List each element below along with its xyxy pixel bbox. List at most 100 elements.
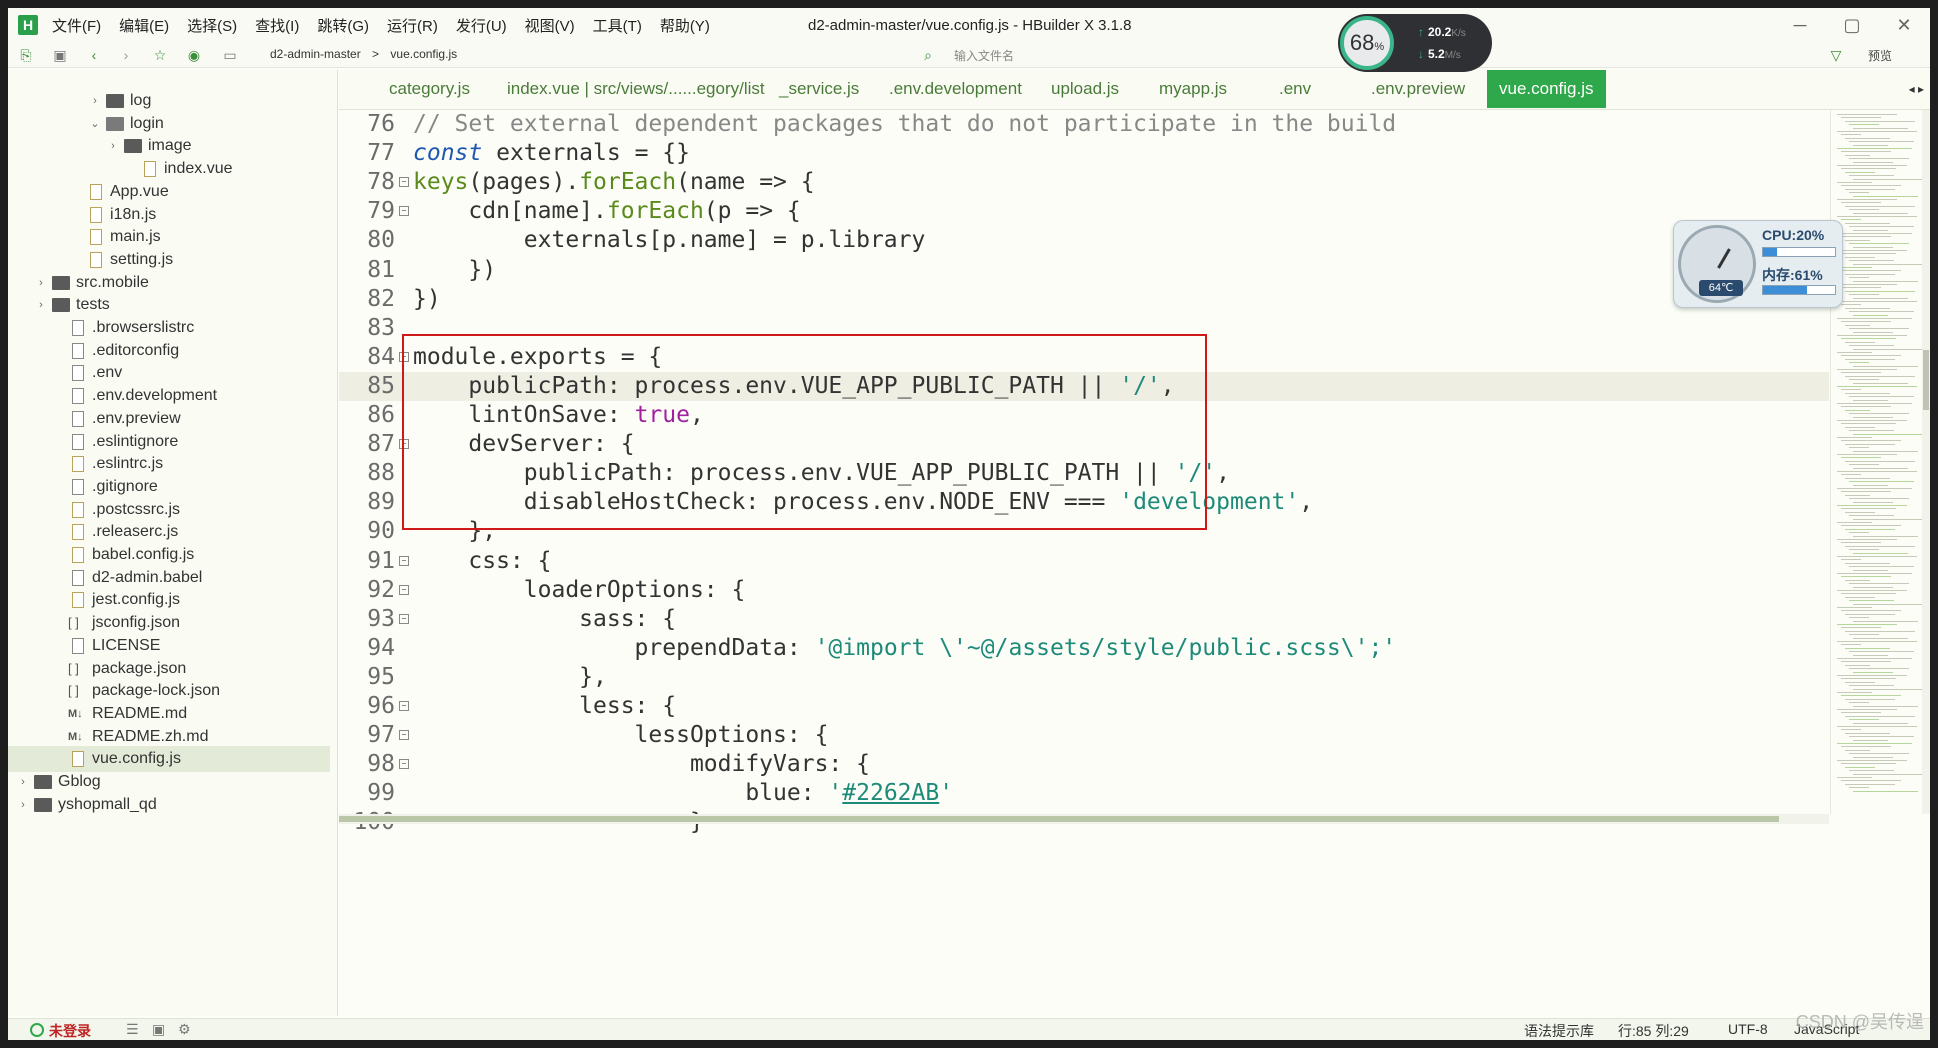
plugin-icon[interactable]: ⚙: [178, 1021, 191, 1038]
fold-toggle-icon[interactable]: −: [399, 759, 409, 770]
scrollbar-thumb[interactable]: [1923, 350, 1929, 410]
code-line[interactable]: 84− module.exports = {: [339, 343, 1829, 372]
minimap-line: [1845, 511, 1875, 513]
menu-item[interactable]: 视图(V): [525, 15, 575, 36]
minimap-line: [1837, 658, 1912, 659]
fold-toggle-icon[interactable]: −: [399, 701, 409, 711]
close-button[interactable]: ✕: [1878, 8, 1930, 42]
code-line[interactable]: 92− loaderOptions: {: [339, 576, 1829, 605]
file-icon: [72, 365, 84, 382]
menu-item[interactable]: 查找(I): [255, 15, 299, 36]
code-line[interactable]: 87− devServer: {: [339, 430, 1829, 459]
code-line[interactable]: 93− sass: {: [339, 605, 1829, 634]
preview-button[interactable]: 预览: [1868, 47, 1892, 64]
code-line[interactable]: 89 disableHostCheck: process.env.NODE_EN…: [339, 488, 1829, 517]
editor-tab[interactable]: _service.js: [779, 70, 859, 108]
menu-item[interactable]: 文件(F): [52, 15, 101, 36]
code-line[interactable]: 85 publicPath: process.env.VUE_APP_PUBLI…: [339, 371, 1829, 401]
code-line[interactable]: 86 lintOnSave: true,: [339, 401, 1829, 430]
js-file-icon: [72, 524, 84, 541]
fold-toggle-icon[interactable]: −: [399, 351, 409, 362]
menu-item[interactable]: 发行(U): [456, 15, 507, 36]
minimize-button[interactable]: ─: [1774, 8, 1826, 42]
minimap-line: [1853, 161, 1893, 163]
upload-value: 20.2: [1428, 25, 1452, 39]
scrollbar-thumb[interactable]: [339, 816, 1779, 822]
code-line[interactable]: 90 },: [339, 517, 1829, 546]
code-line[interactable]: 76 // Set external dependent packages tha…: [339, 110, 1829, 139]
code-line[interactable]: 78− keys(pages).forEach(name => {: [339, 168, 1829, 197]
fold-toggle-icon[interactable]: −: [399, 439, 409, 450]
code-line[interactable]: 99 blue: '#2262AB': [339, 779, 1829, 808]
editor-tab[interactable]: .env: [1279, 70, 1311, 108]
code-editor[interactable]: 76 // Set external dependent packages tha…: [339, 110, 1829, 1016]
code-line[interactable]: 94 prependData: '@import \'~@/assets/sty…: [339, 634, 1829, 663]
minimap[interactable]: [1830, 110, 1922, 814]
code-line[interactable]: 95 },: [339, 663, 1829, 692]
code-line[interactable]: 83: [339, 314, 1829, 343]
back-arrow-icon[interactable]: ‹: [84, 45, 104, 65]
editor-tab[interactable]: index.vue | src/views/......egory/list: [507, 70, 765, 108]
syntax-hint[interactable]: 语法提示库: [1524, 1021, 1594, 1040]
code-line[interactable]: 91− css: {: [339, 547, 1829, 576]
editor-tab[interactable]: myapp.js: [1159, 70, 1227, 108]
menu-item[interactable]: 工具(T): [593, 15, 642, 36]
breadcrumb-file[interactable]: vue.config.js: [390, 47, 457, 61]
code-line[interactable]: 82}): [339, 285, 1829, 314]
login-status[interactable]: 未登录: [30, 1021, 91, 1040]
chevron-right-icon[interactable]: ›: [16, 792, 30, 818]
filter-icon[interactable]: ▽: [1826, 45, 1846, 65]
editor-tab[interactable]: .env.development: [889, 70, 1022, 108]
editor-tab[interactable]: upload.js: [1051, 70, 1119, 108]
network-speed-widget[interactable]: 68% ↑ 20.2K/s ↓ 5.2M/s: [1338, 14, 1492, 72]
code-line[interactable]: 88 publicPath: process.env.VUE_APP_PUBLI…: [339, 459, 1829, 488]
run-icon[interactable]: ◉: [184, 45, 204, 65]
breadcrumb-separator: >: [372, 47, 380, 61]
file-search-input[interactable]: 输入文件名: [954, 47, 1014, 64]
menu-item[interactable]: 跳转(G): [317, 15, 369, 36]
list-icon[interactable]: ☰: [126, 1021, 139, 1038]
minimap-line: [1841, 644, 1861, 646]
menu-item[interactable]: 编辑(E): [119, 15, 169, 36]
fold-toggle-icon[interactable]: −: [399, 613, 409, 624]
maximize-button[interactable]: ▢: [1826, 8, 1878, 42]
code-line[interactable]: 98− modifyVars: {: [339, 750, 1829, 779]
code-line[interactable]: 79− cdn[name].forEach(p => {: [339, 197, 1829, 226]
tree-item[interactable]: › yshopmall_qd: [8, 792, 330, 818]
tab-scroll-arrows[interactable]: ◂ ▸: [1909, 70, 1924, 108]
fold-toggle-icon[interactable]: −: [399, 555, 409, 566]
vertical-scrollbar[interactable]: [1922, 110, 1930, 814]
minimap-line: [1849, 379, 1879, 381]
fold-toggle-icon[interactable]: −: [399, 177, 409, 188]
code-line[interactable]: 96− less: {: [339, 692, 1829, 721]
file-encoding[interactable]: UTF-8: [1728, 1021, 1768, 1037]
menu-item[interactable]: 选择(S): [187, 15, 237, 36]
menu-item[interactable]: 运行(R): [387, 15, 438, 36]
cursor-position[interactable]: 行:85 列:29: [1618, 1021, 1689, 1040]
terminal-icon[interactable]: ▣: [152, 1021, 165, 1038]
code-line[interactable]: 80 externals[p.name] = p.library: [339, 226, 1829, 255]
save-icon[interactable]: ▣: [50, 45, 70, 65]
code-line[interactable]: 81 }): [339, 256, 1829, 285]
breadcrumb-project[interactable]: d2-admin-master: [270, 47, 361, 61]
forward-arrow-icon[interactable]: ›: [116, 45, 136, 65]
fold-toggle-icon[interactable]: −: [399, 584, 409, 595]
editor-tab-bar: ◂ ▸ category.js index.vue | src/views/...…: [339, 70, 1930, 110]
code-line[interactable]: 97− lessOptions: {: [339, 721, 1829, 750]
editor-tab[interactable]: .env.preview: [1371, 70, 1465, 108]
code-line[interactable]: 77 const externals = {}: [339, 139, 1829, 168]
line-number: 96: [367, 693, 395, 719]
star-icon[interactable]: ☆: [150, 45, 170, 65]
editor-tab[interactable]: category.js: [389, 70, 470, 108]
watermark: CSDN @吴传逞: [1795, 1012, 1924, 1032]
minimap-line: [1837, 471, 1917, 472]
minimap-line: [1841, 304, 1861, 306]
system-monitor-widget[interactable]: 64℃ CPU:20% 内存:61%: [1673, 220, 1843, 308]
fold-toggle-icon[interactable]: −: [399, 206, 409, 217]
menu-item[interactable]: 帮助(Y): [660, 15, 710, 36]
editor-tab[interactable]: vue.config.js: [1487, 70, 1606, 108]
minimap-line: [1845, 341, 1875, 343]
fold-toggle-icon[interactable]: −: [399, 730, 409, 741]
new-file-icon[interactable]: ⎘: [16, 45, 36, 65]
horizontal-scrollbar[interactable]: [339, 814, 1829, 824]
